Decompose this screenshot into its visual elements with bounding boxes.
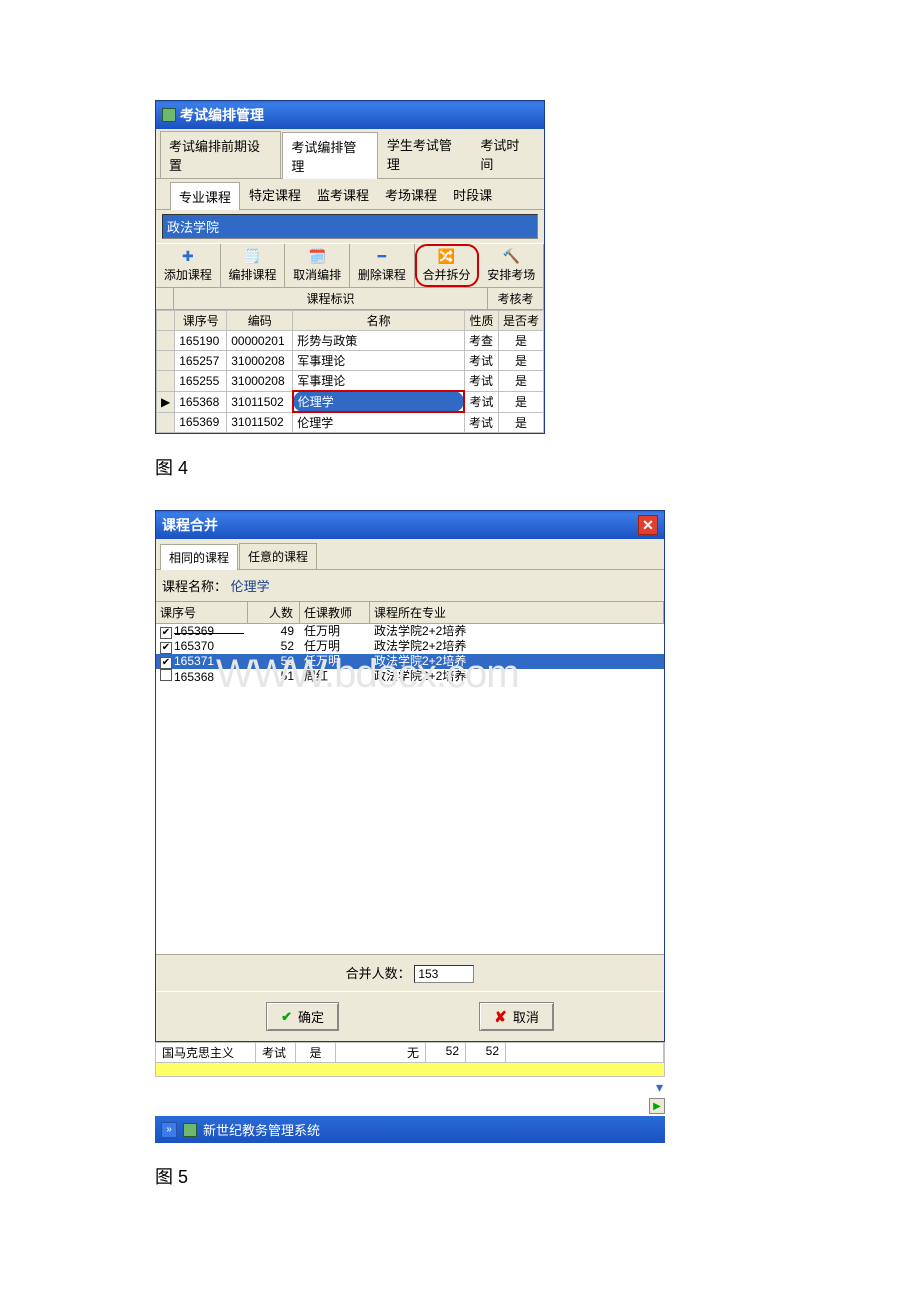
expand-icon[interactable]: » [161, 1122, 177, 1138]
merge-split-button[interactable]: 🔀 合并拆分 [415, 244, 480, 287]
taskbar-app-label[interactable]: 新世纪教务管理系统 [203, 1120, 320, 1139]
cancel-schedule-button[interactable]: 🗓️ 取消编排 [285, 244, 350, 287]
edit-course-button[interactable]: 🗒️ 编排课程 [221, 244, 286, 287]
table-row[interactable]: 16525531000208 军事理论考试是 [157, 371, 544, 392]
col-num[interactable]: 人数 [248, 602, 300, 623]
merge-list[interactable]: ✔165369 49 任万明 政法学院2+2培养 ✔165370 52 任万明 … [156, 624, 664, 954]
strikethrough-annotation [174, 633, 244, 634]
checkbox[interactable]: ✔ [160, 627, 172, 639]
titlebar[interactable]: 课程合并 ✕ [156, 511, 664, 539]
row-pointer-icon: ▶ [157, 391, 175, 412]
tab-schedule-mgmt[interactable]: 考试编排管理 [282, 132, 378, 179]
tab-exam-time[interactable]: 考试时间 [472, 131, 540, 178]
section-assess: 考核考 [488, 288, 544, 309]
table-row[interactable]: ▶ 16536831011502 伦理学 考试是 [157, 391, 544, 412]
ok-button[interactable]: ✔ 确定 [266, 1002, 339, 1031]
col-isexam[interactable]: 是否考 [498, 311, 543, 331]
cancel-grid-icon: 🗓️ [287, 248, 347, 264]
delete-course-button[interactable]: ━ 删除课程 [350, 244, 415, 287]
main-tabs: 考试编排前期设置 考试编排管理 学生考试管理 考试时间 [156, 129, 544, 179]
background-grid-row: 国马克思主义 考试 是 无 52 52 [155, 1042, 665, 1063]
list-item[interactable]: ✔165371 52 任万明 政法学院2+2培养 [156, 654, 664, 669]
checkbox[interactable]: ✔ [160, 657, 172, 669]
figure-5-label: 图 5 [155, 1163, 765, 1189]
exam-schedule-window: 考试编排管理 考试编排前期设置 考试编排管理 学生考试管理 考试时间 专业课程 … [155, 100, 545, 434]
taskbar[interactable]: » 新世纪教务管理系统 [155, 1116, 665, 1143]
col-major[interactable]: 课程所在专业 [370, 602, 664, 623]
tab-pre-settings[interactable]: 考试编排前期设置 [160, 131, 281, 178]
merge-count-row: 合并人数： [156, 954, 664, 991]
scroll-down-icon[interactable]: ▾ [654, 1079, 665, 1096]
close-button[interactable]: ✕ [638, 515, 658, 535]
close-icon: ✕ [642, 517, 654, 534]
subtab-period[interactable]: 时段课 [445, 181, 500, 209]
list-item[interactable]: ✔165369 49 任万明 政法学院2+2培养 [156, 624, 664, 639]
arrange-room-button[interactable]: 🔨 安排考场 [479, 244, 544, 287]
toolbar: ✚ 添加课程 🗒️ 编排课程 🗓️ 取消编排 ━ 删除课程 🔀 合并拆分 🔨 安… [156, 243, 544, 288]
merge-list-header: 课序号 人数 任课教师 课程所在专业 [156, 602, 664, 624]
checkbox[interactable]: ✔ [160, 642, 172, 654]
titlebar[interactable]: 考试编排管理 [156, 101, 544, 129]
sub-tabs: 专业课程 特定课程 监考课程 考场课程 时段课 [156, 179, 544, 210]
course-merge-window: 课程合并 ✕ 相同的课程 任意的课程 课程名称： 伦理学 课序号 人数 任课教师… [155, 510, 665, 1042]
add-course-button[interactable]: ✚ 添加课程 [156, 244, 221, 287]
figure-4-label: 图 4 [155, 454, 765, 480]
scroll-right-icon[interactable]: ▶ [649, 1098, 665, 1114]
app-icon [183, 1123, 197, 1137]
col-seq[interactable]: 课序号 [175, 311, 227, 331]
col-nature[interactable]: 性质 [464, 311, 498, 331]
subtab-room[interactable]: 考场课程 [377, 181, 445, 209]
col-code[interactable]: 编码 [227, 311, 293, 331]
list-item[interactable]: 165368 51 周红 政法学院2+2培养 [156, 669, 664, 685]
window-title: 考试编排管理 [180, 105, 264, 125]
room-icon: 🔨 [481, 248, 541, 264]
edit-icon: 🗒️ [223, 248, 283, 264]
app-icon [162, 108, 176, 122]
table-row[interactable]: 16536931011502 伦理学考试是 [157, 412, 544, 433]
x-icon: ✘ [494, 1008, 507, 1026]
merge-tabs: 相同的课程 任意的课程 [156, 539, 664, 570]
dialog-buttons: ✔ 确定 ✘ 取消 [156, 991, 664, 1041]
subtab-invigilate[interactable]: 监考课程 [309, 181, 377, 209]
plus-icon: ✚ [158, 248, 218, 264]
unit-selector[interactable]: 政法学院 [162, 214, 538, 239]
subtab-major-course[interactable]: 专业课程 [170, 182, 240, 210]
col-teacher[interactable]: 任课教师 [300, 602, 370, 623]
section-course-id: 课程标识 [174, 288, 488, 309]
course-name-row: 课程名称： 伦理学 [156, 570, 664, 602]
col-seq[interactable]: 课序号 [156, 602, 248, 623]
list-item[interactable]: ✔165370 52 任万明 政法学院2+2培养 [156, 639, 664, 654]
course-grid[interactable]: 课序号 编码 名称 性质 是否考 16519000000201 形势与政策考查是… [156, 310, 544, 433]
table-row[interactable]: 16519000000201 形势与政策考查是 [157, 331, 544, 351]
minus-icon: ━ [352, 248, 412, 264]
course-name-value: 伦理学 [231, 579, 270, 594]
checkbox[interactable] [160, 669, 172, 681]
tab-same-course[interactable]: 相同的课程 [160, 544, 238, 570]
highlight-bar [155, 1063, 665, 1077]
cancel-button[interactable]: ✘ 取消 [479, 1002, 554, 1031]
tab-student-exam[interactable]: 学生考试管理 [379, 131, 473, 178]
col-name[interactable]: 名称 [293, 311, 465, 331]
tab-any-course[interactable]: 任意的课程 [239, 543, 317, 569]
merge-icon: 🔀 [417, 248, 477, 264]
table-row[interactable]: 16525731000208 军事理论考试是 [157, 351, 544, 371]
check-icon: ✔ [281, 1009, 292, 1025]
subtab-specific[interactable]: 特定课程 [241, 181, 309, 209]
window-title: 课程合并 [162, 515, 218, 535]
merge-count-input[interactable] [414, 965, 474, 983]
